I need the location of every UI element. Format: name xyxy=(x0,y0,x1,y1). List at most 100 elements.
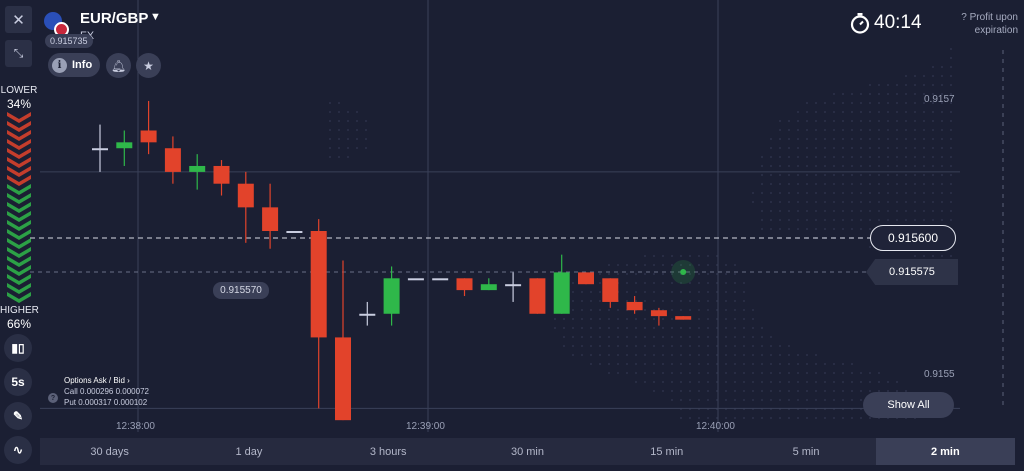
map-dot xyxy=(697,263,701,267)
map-dot xyxy=(931,182,935,186)
map-dot xyxy=(841,218,845,222)
map-dot xyxy=(688,380,692,384)
map-dot xyxy=(931,137,935,141)
chart-type-button[interactable]: ▮▯ xyxy=(4,334,32,362)
map-dot xyxy=(868,146,872,150)
map-dot xyxy=(841,137,845,141)
map-dot xyxy=(679,416,683,420)
map-dot xyxy=(607,326,611,330)
map-dot xyxy=(913,209,917,213)
map-dot xyxy=(706,344,710,348)
map-dot xyxy=(886,101,890,105)
map-dot xyxy=(940,200,944,204)
map-dot xyxy=(697,371,701,375)
map-dot xyxy=(670,308,674,312)
map-dot xyxy=(598,272,602,276)
map-dot xyxy=(832,416,836,420)
map-dot xyxy=(724,272,728,276)
timeframe-30-min[interactable]: 30 min xyxy=(458,438,597,465)
time-label-1: 12:38:00 xyxy=(116,421,155,432)
map-dot xyxy=(940,173,944,177)
timeframe-1-day[interactable]: 1 day xyxy=(179,438,318,465)
map-dot xyxy=(742,290,746,294)
map-dot xyxy=(904,101,908,105)
map-dot xyxy=(679,344,683,348)
map-dot xyxy=(598,281,602,285)
map-dot xyxy=(760,155,764,159)
map-dot xyxy=(751,398,755,402)
map-dot xyxy=(823,416,827,420)
map-dot xyxy=(769,335,773,339)
map-dot xyxy=(355,128,359,132)
map-dot xyxy=(580,299,584,303)
map-dot xyxy=(643,281,647,285)
map-dot xyxy=(778,173,782,177)
close-button[interactable]: ✕ xyxy=(5,6,32,33)
timeframe-5-min[interactable]: 5 min xyxy=(736,438,875,465)
map-dot xyxy=(949,74,953,78)
map-dot xyxy=(796,380,800,384)
map-dot xyxy=(580,326,584,330)
map-dot xyxy=(670,353,674,357)
map-dot xyxy=(724,326,728,330)
map-dot xyxy=(670,299,674,303)
map-dot xyxy=(742,335,746,339)
map-dot xyxy=(787,389,791,393)
asset-title[interactable]: EUR/GBP xyxy=(80,10,148,27)
timeframe-2-min[interactable]: 2 min xyxy=(875,438,1015,465)
collapse-button[interactable]: ⤡ xyxy=(5,40,32,67)
map-dot xyxy=(859,119,863,123)
map-dot xyxy=(670,263,674,267)
timeframe-15-min[interactable]: 15 min xyxy=(597,438,736,465)
map-dot xyxy=(877,155,881,159)
indicators-button[interactable]: ∿ xyxy=(4,436,32,464)
map-dot xyxy=(832,380,836,384)
info-button[interactable]: i Info xyxy=(48,53,100,77)
map-dot xyxy=(796,173,800,177)
map-dot xyxy=(886,137,890,141)
map-dot xyxy=(922,209,926,213)
interval-button[interactable]: 5s xyxy=(4,368,32,396)
show-all-button[interactable]: Show All xyxy=(863,392,954,418)
map-dot xyxy=(859,155,863,159)
map-dot xyxy=(886,83,890,87)
alert-button[interactable]: 🔔︎ xyxy=(106,53,131,78)
map-dot xyxy=(922,191,926,195)
map-dot xyxy=(652,290,656,294)
map-dot xyxy=(814,137,818,141)
timeframe-3-hours[interactable]: 3 hours xyxy=(319,438,458,465)
profit-upon-expiration[interactable]: ? Profit upon expiration xyxy=(938,11,1018,37)
map-dot xyxy=(598,362,602,366)
map-dot xyxy=(850,101,854,105)
map-dot xyxy=(751,389,755,393)
map-dot xyxy=(904,209,908,213)
chevron-down-icon[interactable]: ▼ xyxy=(150,11,161,23)
expiration-timer[interactable]: 40:14 xyxy=(874,12,922,34)
map-dot xyxy=(913,137,917,141)
map-dot xyxy=(850,227,854,231)
draw-tools-button[interactable]: ✎ xyxy=(4,402,32,430)
map-dot xyxy=(796,200,800,204)
put-label: Put xyxy=(64,398,77,407)
map-dot xyxy=(778,191,782,195)
options-ask-bid[interactable]: Options Ask / Bid › Call 0.000296 0.0000… xyxy=(48,375,149,408)
map-dot xyxy=(553,326,557,330)
favorite-button[interactable]: ★ xyxy=(136,53,161,78)
map-dot xyxy=(922,254,926,258)
price-axis-label-bottom: 0.9155 xyxy=(924,369,955,380)
map-dot xyxy=(625,353,629,357)
map-dot xyxy=(895,119,899,123)
map-dot xyxy=(868,209,872,213)
help-icon[interactable]: ? xyxy=(48,393,58,403)
map-dot xyxy=(742,326,746,330)
map-dot xyxy=(949,254,953,258)
map-dot xyxy=(706,389,710,393)
timeframe-30-days[interactable]: 30 days xyxy=(40,438,179,465)
map-dot xyxy=(922,164,926,168)
map-dot xyxy=(922,155,926,159)
map-dot xyxy=(922,119,926,123)
map-dot xyxy=(787,416,791,420)
map-dot xyxy=(724,398,728,402)
map-dot xyxy=(931,209,935,213)
map-dot xyxy=(706,362,710,366)
